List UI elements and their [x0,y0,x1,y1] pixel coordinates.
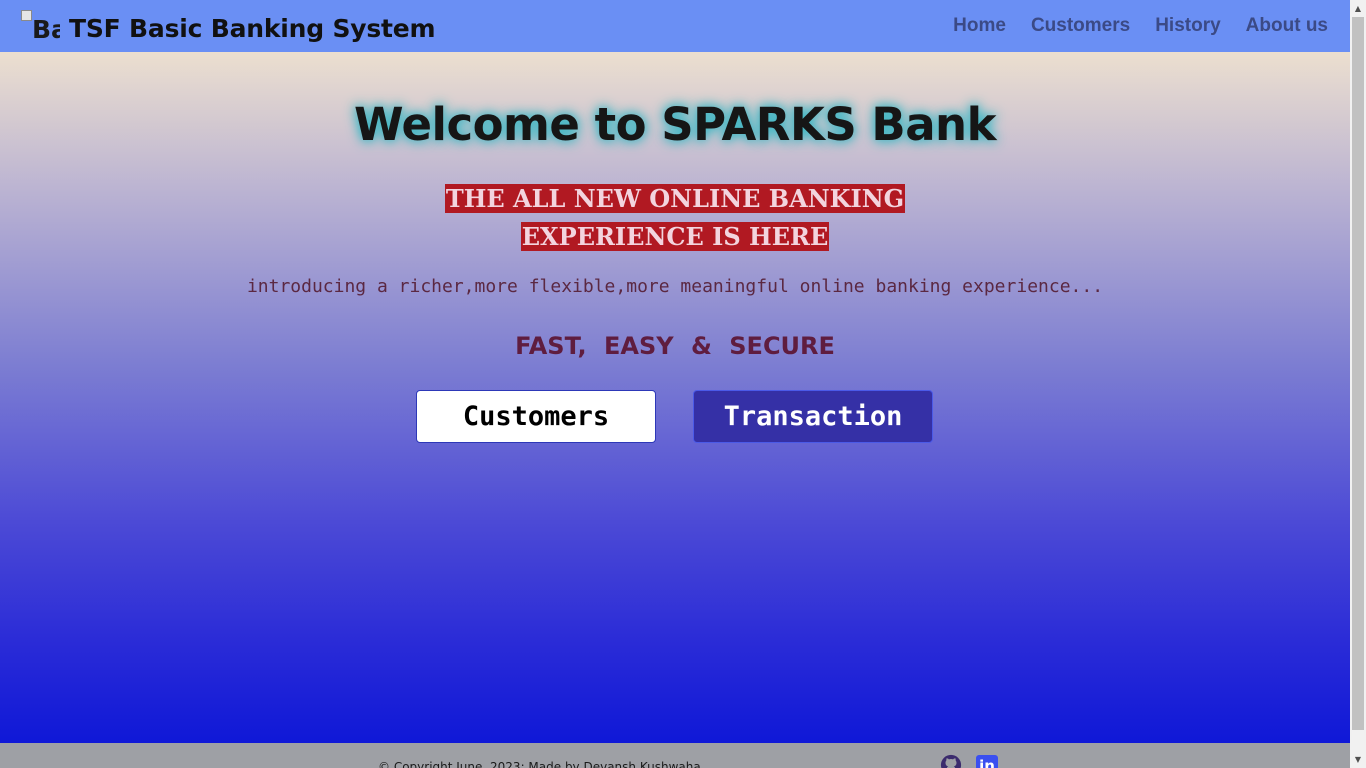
linkedin-icon[interactable]: in [976,755,998,768]
site-title: TSF Basic Banking System [69,13,436,43]
page: Bank TSF Basic Banking System Home Custo… [0,0,1350,768]
logo-alt-text: Bank [32,15,60,44]
nav-home-link[interactable]: Home [953,15,1006,37]
customers-button[interactable]: Customers [416,390,656,443]
tagline: THE ALL NEW ONLINE BANKING EXPERIENCE IS… [0,180,1350,256]
brand[interactable]: Bank TSF Basic Banking System [20,6,436,46]
scroll-up-arrow-icon[interactable]: ▲ [1350,0,1366,17]
broken-logo-image[interactable]: Bank [20,6,60,46]
nav-history-link[interactable]: History [1155,15,1220,37]
broken-image-icon [21,10,32,21]
scrollbar-thumb[interactable] [1352,17,1364,730]
footer: © Copyright June, 2023: Made by Devansh … [0,743,1350,768]
main-nav: Home Customers History About us [928,15,1328,37]
tagline-line-1: THE ALL NEW ONLINE BANKING [444,184,906,213]
vertical-scrollbar[interactable]: ▲ ▼ [1350,0,1366,768]
github-icon[interactable] [940,754,962,768]
hero-section: Welcome to SPARKS Bank THE ALL NEW ONLIN… [0,52,1350,743]
copyright-text: © Copyright June, 2023: Made by Devansh … [378,760,701,768]
scroll-down-arrow-icon[interactable]: ▼ [1350,751,1366,768]
transaction-button[interactable]: Transaction [693,390,933,443]
welcome-heading: Welcome to SPARKS Bank [353,98,997,151]
intro-text: introducing a richer,more flexible,more … [246,276,1104,297]
nav-about-link[interactable]: About us [1246,15,1328,37]
motto-text: FAST, EASY & SECURE [515,332,835,360]
nav-customers-link[interactable]: Customers [1031,15,1130,37]
tagline-line-2: EXPERIENCE IS HERE [520,222,830,251]
navbar: Bank TSF Basic Banking System Home Custo… [0,0,1350,52]
